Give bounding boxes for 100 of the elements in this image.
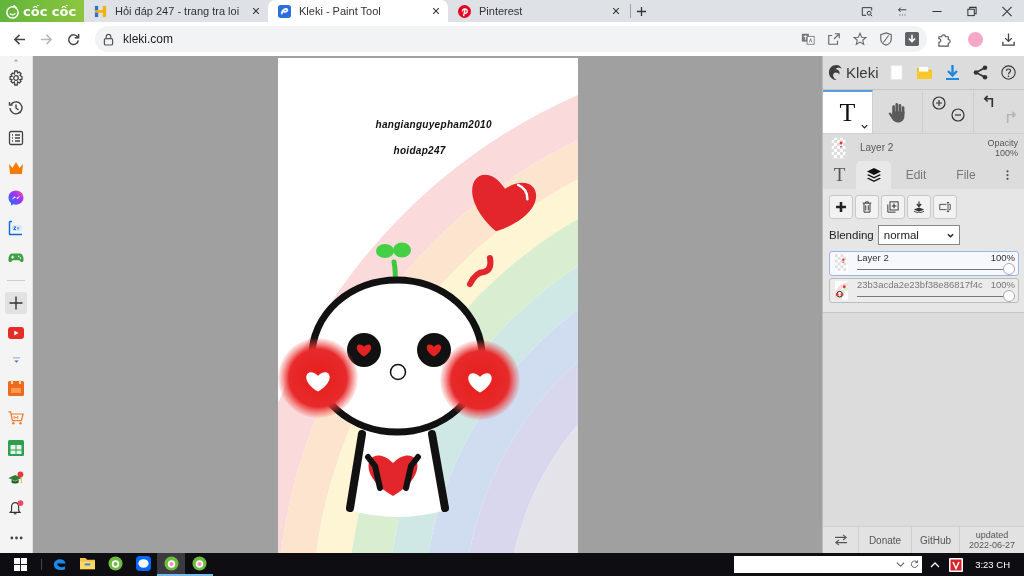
browser-tab[interactable]: Kleki - Paint Tool	[268, 0, 448, 22]
opacity-label: Opacity	[987, 137, 1018, 148]
chevron-down-icon	[861, 124, 868, 129]
share-icon[interactable]	[827, 32, 841, 46]
canvas-text: hoidap247	[393, 145, 446, 156]
hand-icon	[888, 102, 907, 123]
cart-icon[interactable]	[8, 410, 24, 426]
slider-handle[interactable]	[1003, 263, 1015, 275]
close-icon[interactable]	[252, 7, 260, 15]
undo-icon[interactable]	[983, 95, 996, 108]
calendar-icon[interactable]	[8, 380, 24, 396]
chat-icon	[135, 556, 151, 571]
lock-icon	[103, 32, 114, 46]
arm	[402, 454, 421, 491]
extensions-icon[interactable]	[936, 31, 952, 47]
tool-button[interactable]: T	[823, 90, 873, 133]
more-icon[interactable]	[1006, 169, 1009, 181]
more-icon[interactable]	[9, 536, 23, 540]
delete-layer-button[interactable]	[855, 195, 879, 219]
layer-opacity: 100%	[990, 279, 1015, 290]
slider-handle[interactable]	[1003, 290, 1015, 302]
add-layer-button[interactable]	[829, 195, 853, 219]
opacity-value: 100%	[994, 147, 1018, 158]
layer-item[interactable]: 23b3acda2e23bf38e86817f4c 100%	[829, 278, 1019, 303]
browser-tab[interactable]: Hỏi đáp 247 - trang tra loi	[84, 0, 268, 22]
layer-name: Layer 2	[860, 142, 894, 153]
browser-tab[interactable]: Pinterest	[448, 0, 628, 22]
app-name: Kleki	[846, 64, 879, 81]
layers-icon	[865, 167, 882, 183]
star-icon[interactable]	[853, 32, 867, 46]
shield-icon[interactable]	[879, 32, 893, 46]
arrow-icon[interactable]	[895, 5, 908, 17]
graduation-cap-icon[interactable]	[8, 470, 24, 486]
close-icon[interactable]	[432, 7, 440, 15]
zoom-in-icon[interactable]	[932, 96, 946, 110]
back-icon[interactable]	[13, 32, 26, 46]
trash-icon	[861, 201, 873, 213]
arm	[364, 454, 383, 491]
panel-tab[interactable]: T	[823, 161, 856, 189]
layer-item[interactable]: Layer 2 100%	[829, 251, 1019, 276]
plus-icon	[835, 201, 847, 213]
duplicate-layer-button[interactable]	[881, 195, 905, 219]
restore-icon[interactable]	[965, 5, 978, 17]
eye	[416, 333, 451, 367]
browser-icon	[107, 556, 123, 571]
screen-search-icon[interactable]	[860, 5, 873, 17]
refresh-icon[interactable]	[910, 560, 920, 569]
merge-down-icon	[913, 201, 925, 213]
chat-icon[interactable]	[8, 220, 24, 236]
layer-name: Layer 2	[857, 252, 889, 263]
history-icon[interactable]	[8, 100, 24, 116]
blend-mode-select[interactable]: normal	[877, 225, 960, 245]
settings-icon[interactable]	[8, 70, 24, 86]
list-icon[interactable]	[8, 130, 24, 146]
video-play-icon[interactable]	[8, 325, 24, 341]
browser-icon	[51, 556, 67, 571]
layer-thumbnail	[835, 254, 848, 273]
logo-icon	[5, 3, 20, 19]
merge-layer-button[interactable]	[907, 195, 931, 219]
translate-icon[interactable]	[801, 32, 815, 46]
layer-name: 23b3acda2e23bf38e86817f4c	[857, 279, 983, 290]
taskbar-button[interactable]	[157, 553, 185, 576]
duplicate-icon	[887, 201, 899, 213]
nose	[389, 363, 406, 381]
taskbar-search-field[interactable]	[734, 556, 923, 573]
app-icon	[278, 4, 291, 18]
folder-icon	[79, 556, 95, 571]
bell-icon[interactable]	[8, 500, 24, 516]
panel-tab[interactable]	[856, 161, 891, 189]
spreadsheet-icon[interactable]	[8, 440, 24, 456]
download-icon[interactable]	[905, 32, 919, 46]
new-tab-icon[interactable]	[636, 5, 647, 17]
rename-layer-button[interactable]	[933, 195, 957, 219]
browser-icon	[163, 556, 179, 571]
rename-icon	[939, 201, 951, 213]
clock: 3:23 CH	[975, 559, 1010, 570]
updated-date: updated 2022-06-27	[967, 530, 1016, 550]
drawing-canvas[interactable]: hangianguyepham2010 hoidap247	[277, 58, 578, 553]
close-icon[interactable]	[1000, 5, 1013, 17]
address-field[interactable]: kleki.com	[95, 26, 927, 52]
blending-label: Blending	[829, 229, 874, 241]
close-icon[interactable]	[612, 7, 620, 15]
messenger-icon[interactable]	[8, 190, 24, 206]
zoom-out-icon[interactable]	[951, 108, 965, 122]
chevron-up-icon[interactable]	[930, 561, 941, 568]
layer-thumbnail	[835, 281, 848, 300]
share-icon[interactable]	[973, 65, 988, 80]
logo-icon	[828, 64, 845, 81]
taskbar-button[interactable]	[185, 553, 213, 576]
start-icon[interactable]	[13, 558, 27, 571]
download-icon[interactable]	[1000, 31, 1016, 47]
canvas-text: hangianguyepham2010	[375, 119, 492, 130]
plus-icon[interactable]	[5, 292, 27, 314]
tray-app-icon[interactable]	[949, 557, 964, 572]
chevron-down-icon[interactable]	[896, 560, 906, 569]
reload-icon[interactable]	[67, 32, 80, 46]
swap-icon[interactable]	[833, 534, 848, 546]
chevron-down-icon[interactable]	[11, 357, 21, 364]
site-icon	[458, 4, 471, 18]
help-icon[interactable]	[1001, 65, 1016, 80]
